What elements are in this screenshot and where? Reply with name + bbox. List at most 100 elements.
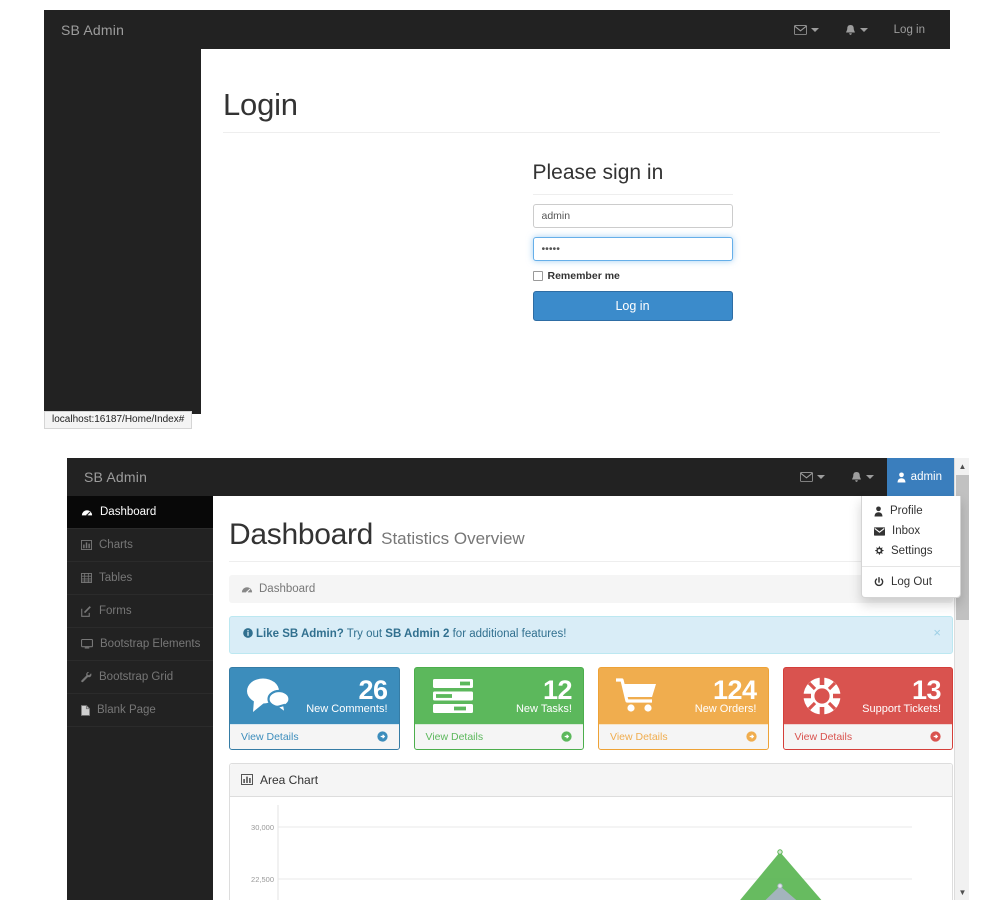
breadcrumb: Dashboard (229, 575, 953, 603)
envelope-icon (793, 24, 807, 35)
remember-me-label: Remember me (547, 270, 620, 282)
dropdown-divider (862, 566, 960, 567)
sidebar-item-bootstrap-elements[interactable]: Bootstrap Elements (67, 628, 213, 661)
panel-numbers: 124 New Orders! (695, 674, 757, 716)
password-input[interactable] (532, 237, 733, 261)
dashboard-navbar-brand[interactable]: SB Admin (67, 469, 147, 485)
sidebar-item-tables[interactable]: Tables (67, 562, 213, 595)
scroll-down-icon[interactable]: ▼ (955, 884, 969, 900)
tasks-icon (426, 678, 480, 714)
panel-label: Support Tickets! (862, 702, 941, 715)
browser-status-bar: localhost:16187/Home/Index# (44, 411, 193, 429)
dashboard-messages-dropdown[interactable] (787, 458, 838, 496)
sidebar-item-bootstrap-grid[interactable]: Bootstrap Grid (67, 661, 213, 694)
login-alerts-dropdown[interactable] (832, 10, 881, 49)
table-icon (81, 573, 92, 583)
info-icon (243, 628, 253, 642)
remember-me-row[interactable]: Remember me (532, 270, 733, 282)
sidebar-item-label: Tables (99, 572, 133, 584)
dropdown-item-logout[interactable]: Log Out (862, 572, 960, 592)
panel-footer[interactable]: View Details (414, 723, 583, 749)
sidebar-item-dashboard[interactable]: Dashboard (67, 496, 213, 529)
power-icon (874, 576, 884, 588)
sidebar: Dashboard Charts Tables Forms Bootstrap … (67, 496, 213, 900)
arrow-circle-right-icon (561, 731, 572, 742)
panel-numbers: 13 Support Tickets! (862, 674, 942, 716)
sidebar-item-label: Bootstrap Grid (99, 671, 174, 683)
login-messages-dropdown[interactable] (781, 10, 832, 49)
arrow-circle-right-icon (745, 731, 757, 742)
stat-panel-comments[interactable]: 26 New Comments! View Details (229, 666, 400, 750)
dropdown-item-label: Profile (890, 505, 923, 517)
dropdown-item-inbox[interactable]: Inbox (862, 521, 960, 541)
login-main: Login Please sign in Remember me Log in (201, 49, 950, 414)
login-link[interactable]: Log in (881, 10, 938, 49)
page-title-main: Dashboard (229, 518, 374, 551)
area-chart-canvas[interactable]: 30,000 22,500 (230, 797, 952, 900)
panel-footer-label: View Details (425, 730, 484, 743)
dashboard-navbar: SB Admin admin Profile Inbox Settings Lo… (67, 458, 969, 598)
alert-text-mid: Try out (343, 628, 386, 640)
bar-chart-icon (241, 774, 253, 785)
dashboard-icon (81, 507, 93, 517)
sidebar-item-label: Bootstrap Elements (100, 638, 201, 650)
panel-count: 26 (358, 674, 388, 705)
arrow-circle-right-icon (376, 731, 388, 742)
file-icon (81, 704, 90, 716)
chevron-down-icon (859, 27, 868, 32)
dropdown-item-label: Log Out (891, 576, 932, 588)
panel-footer-label: View Details (241, 730, 299, 743)
dashboard-page-header: Dashboard Statistics Overview (229, 496, 953, 562)
bell-icon (851, 471, 862, 483)
panel-numbers: 26 New Comments! (306, 674, 388, 716)
panel-count: 124 (712, 674, 757, 705)
lifering-icon (795, 676, 849, 716)
sidebar-item-forms[interactable]: Forms (67, 595, 213, 628)
login-page-header: Login (223, 87, 940, 133)
login-sidebar-placeholder (44, 49, 201, 414)
panel-heading: 13 Support Tickets! (784, 668, 953, 724)
login-submit-button[interactable]: Log in (532, 291, 733, 321)
dashboard-navbar-right: admin (787, 458, 969, 496)
user-menu-button[interactable]: admin (886, 458, 957, 496)
panel-footer-label: View Details (610, 730, 668, 743)
sidebar-item-label: Dashboard (100, 506, 157, 518)
dropdown-item-profile[interactable]: Profile (862, 501, 960, 521)
stat-panel-orders[interactable]: 124 New Orders! View Details (598, 666, 769, 750)
panel-label: New Comments! (306, 702, 388, 715)
area-chart-panel-heading: Area Chart (230, 763, 952, 797)
chevron-down-icon (810, 27, 819, 32)
panel-footer[interactable]: View Details (230, 723, 399, 749)
panel-numbers: 12 New Tasks! (516, 675, 573, 716)
panel-heading: 12 New Tasks! (415, 668, 584, 724)
panel-footer[interactable]: View Details (783, 723, 952, 749)
alert-text-end: for additional features! (449, 628, 567, 640)
bar-chart-icon (81, 540, 92, 550)
panel-count: 13 (911, 674, 942, 705)
username-input[interactable] (532, 204, 733, 228)
user-dropdown-menu: Profile Inbox Settings Log Out (861, 496, 961, 598)
stat-panel-tasks[interactable]: 12 New Tasks! View Details (413, 666, 584, 750)
bell-icon (845, 24, 856, 36)
page-title: Dashboard Statistics Overview (229, 518, 953, 562)
signin-form: Please sign in Remember me Log in (532, 161, 733, 321)
login-navbar-brand[interactable]: SB Admin (44, 22, 124, 38)
alert-bold-mid[interactable]: SB Admin 2 (385, 628, 449, 640)
y-tick-22500: 22,500 (251, 875, 274, 884)
stat-panel-support[interactable]: 13 Support Tickets! View Details (782, 666, 953, 750)
login-body: Login Please sign in Remember me Log in (44, 49, 950, 414)
page-title-sub: Statistics Overview (381, 529, 525, 548)
cart-icon (610, 677, 664, 714)
sidebar-item-charts[interactable]: Charts (67, 529, 213, 562)
panel-footer[interactable]: View Details (599, 723, 768, 749)
sidebar-item-label: Charts (99, 539, 133, 551)
scroll-up-icon[interactable]: ▲ (955, 458, 969, 474)
sidebar-item-blank-page[interactable]: Blank Page (67, 694, 213, 727)
dashboard-alerts-dropdown[interactable] (838, 458, 887, 496)
remember-me-checkbox[interactable] (532, 271, 543, 281)
dropdown-item-settings[interactable]: Settings (862, 541, 960, 561)
edit-icon (81, 605, 92, 617)
user-menu-label: admin (910, 471, 942, 483)
close-icon[interactable]: × (933, 626, 941, 639)
panel-heading: 26 New Comments! (230, 668, 399, 724)
